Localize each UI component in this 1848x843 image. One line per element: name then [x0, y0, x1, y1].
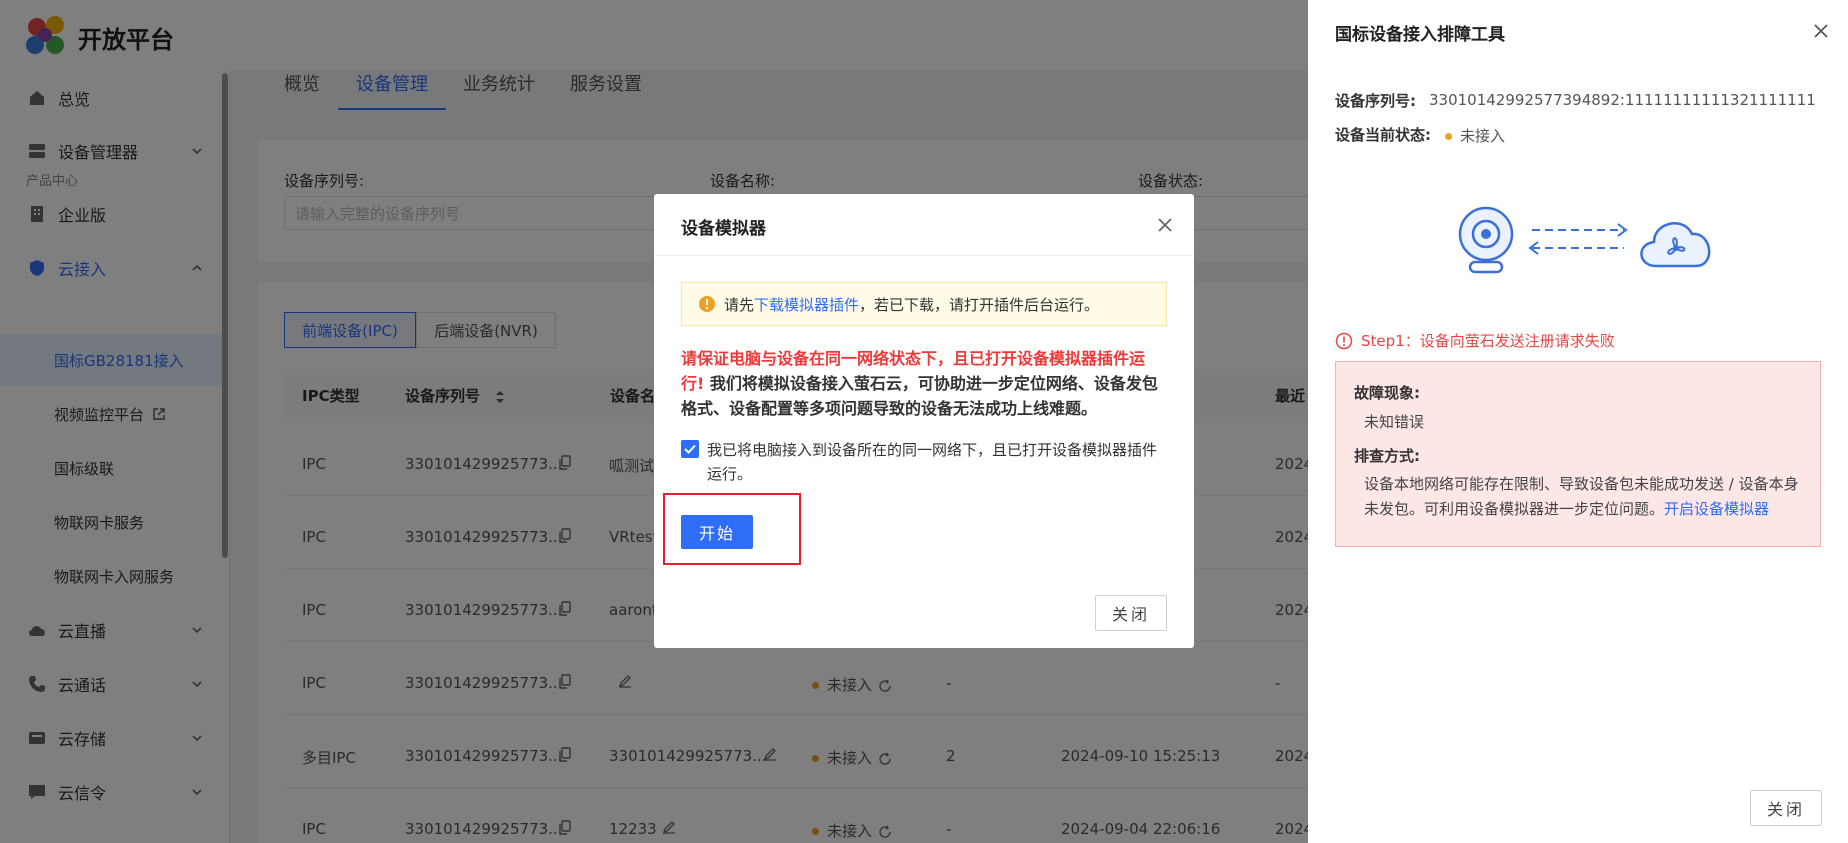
troubleshoot-drawer: 国标设备接入排障工具 设备序列号: 33010142992577394892:1…: [1308, 0, 1848, 843]
alert-text-post: ，若已下载，请打开插件后台运行。: [859, 295, 1100, 314]
download-alert: 请先 下载模拟器插件 ，若已下载，请打开插件后台运行。: [681, 282, 1167, 326]
warning-icon: [699, 296, 715, 312]
drawer-serial-value: 33010142992577394892:1111111111132111111…: [1429, 91, 1816, 109]
alert-text-pre: 请先: [724, 295, 755, 314]
device-simulator-modal: 设备模拟器 请先 下载模拟器插件 ，若已下载，请打开插件后台运行。 请保证电脑与…: [654, 194, 1194, 648]
start-button[interactable]: 开始: [681, 515, 753, 549]
confirm-checkbox-row: 我已将电脑接入到设备所在的同一网络下，且已打开设备模拟器插件运行。: [681, 438, 1167, 486]
confirm-checkbox-label: 我已将电脑接入到设备所在的同一网络下，且已打开设备模拟器插件运行。: [707, 441, 1158, 483]
error-icon: [1335, 332, 1353, 349]
method-text-block: 设备本地网络可能存在限制、导致设备包未能成功发送 / 设备本身未发包。可利用设备…: [1364, 472, 1804, 522]
close-icon[interactable]: [1808, 18, 1834, 44]
modal-close-button[interactable]: 关闭: [1095, 595, 1167, 631]
close-icon[interactable]: [1152, 212, 1178, 238]
description-text: 我们将模拟设备接入萤石云，可协助进一步定位网络、设备发包格式、设备配置等多项问题…: [681, 374, 1158, 418]
check-icon: [684, 444, 696, 454]
device-cloud-illustration: [1458, 206, 1711, 274]
drawer-status-label: 设备当前状态:: [1335, 126, 1431, 144]
fault-text: 未知错误: [1364, 413, 1425, 431]
status-dot: [1445, 133, 1452, 140]
drawer-serial-label: 设备序列号:: [1335, 92, 1416, 110]
fault-title: 故障现象:: [1354, 384, 1420, 402]
step-error-text: Step1：设备向萤石发送注册请求失败: [1361, 332, 1615, 350]
confirm-checkbox[interactable]: [681, 440, 699, 458]
modal-title: 设备模拟器: [681, 219, 766, 239]
download-plugin-link[interactable]: 下载模拟器插件: [754, 294, 859, 315]
drawer-status-value: 未接入: [1445, 125, 1505, 146]
drawer-title: 国标设备接入排障工具: [1335, 25, 1505, 45]
drawer-status-text: 未接入: [1460, 127, 1506, 145]
step-error: Step1：设备向萤石发送注册请求失败: [1335, 330, 1615, 351]
modal-description: 请保证电脑与设备在同一网络状态下，且已打开设备模拟器插件运行! 我们将模拟设备接…: [681, 346, 1167, 421]
open-simulator-link[interactable]: 开启设备模拟器: [1664, 500, 1769, 518]
fault-details-box: 故障现象: 未知错误 排查方式: 设备本地网络可能存在限制、导致设备包未能成功发…: [1335, 361, 1821, 547]
modal-header: 设备模拟器: [654, 194, 1194, 256]
method-title: 排查方式:: [1354, 447, 1420, 465]
drawer-close-button[interactable]: 关闭: [1750, 790, 1822, 826]
